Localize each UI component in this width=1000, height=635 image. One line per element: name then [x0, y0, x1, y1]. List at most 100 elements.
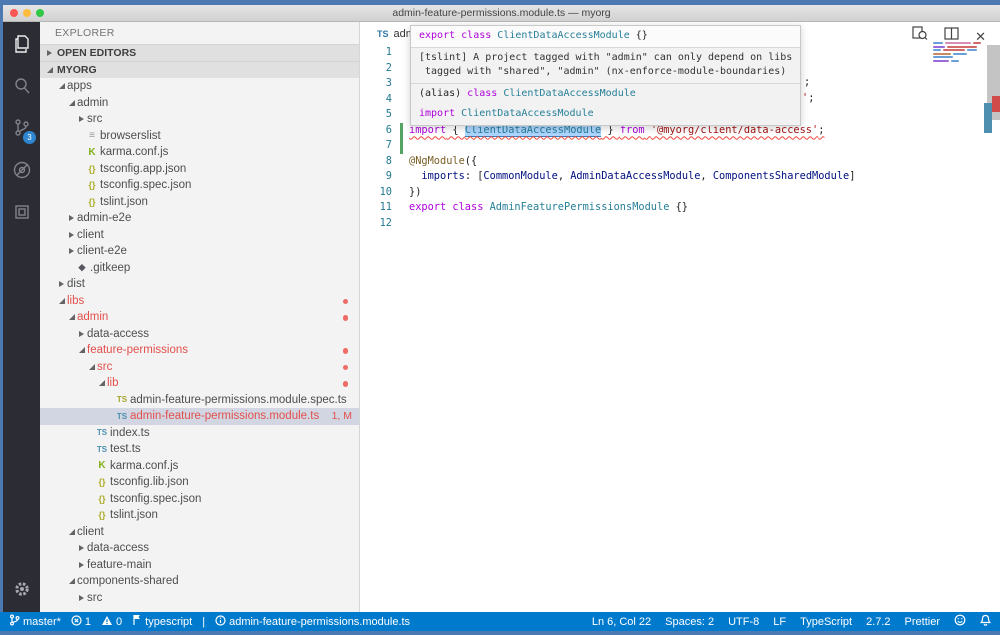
- chevron-collapsed-icon: [76, 116, 87, 122]
- karma-file-icon: [84, 147, 100, 158]
- tree-item-admin-e2e[interactable]: admin-e2e: [40, 210, 359, 227]
- window-title: admin-feature-permissions.module.ts — my…: [3, 7, 1000, 19]
- hover-tooltip: export class ClientDataAccessModule {}[t…: [410, 25, 801, 126]
- tree-item-tsconfig.spec.json[interactable]: tsconfig.spec.json: [40, 177, 359, 194]
- open-changes-icon[interactable]: [912, 26, 928, 46]
- ts-blue-file-icon: [94, 445, 110, 454]
- scm-badge: 3: [23, 131, 36, 144]
- tree-item-admin[interactable]: admin: [40, 95, 359, 112]
- tree-item-dist[interactable]: dist: [40, 276, 359, 293]
- tree-item-client-e2e[interactable]: client-e2e: [40, 243, 359, 260]
- tree-item-client[interactable]: client: [40, 524, 359, 541]
- tree-item-label: browserslist: [100, 130, 161, 142]
- tree-item-tsconfig.lib.json[interactable]: tsconfig.lib.json: [40, 474, 359, 491]
- status-label: Prettier: [905, 616, 940, 628]
- close-editor-icon[interactable]: ✕: [975, 30, 986, 43]
- tree-item-label: admin: [77, 311, 108, 323]
- tree-item-index.ts[interactable]: index.ts: [40, 425, 359, 442]
- tree-item-src[interactable]: src: [40, 111, 359, 128]
- hover-alias-line: import ClientDataAccessModule: [411, 104, 800, 125]
- code-line-7[interactable]: 7: [360, 138, 1000, 154]
- status-item-utf-8[interactable]: UTF-8: [728, 616, 759, 628]
- tree-item-karma.conf.js[interactable]: karma.conf.js: [40, 144, 359, 161]
- tslint-flag-icon: [132, 614, 142, 629]
- tree-item-libs[interactable]: libs: [40, 293, 359, 310]
- tree-item-admin-feature-permissions.module.spec.ts[interactable]: admin-feature-permissions.module.spec.ts: [40, 392, 359, 409]
- tree-item-label: admin-feature-permissions.module.ts: [130, 410, 319, 422]
- chevron-expanded-icon: [56, 298, 67, 304]
- tree-item-apps[interactable]: apps: [40, 78, 359, 95]
- status-item-lf[interactable]: LF: [773, 616, 786, 628]
- added-line-indicator: [400, 123, 403, 139]
- tree-item-label: .gitkeep: [90, 262, 130, 274]
- line-number: 5: [360, 107, 392, 123]
- problem-dot-icon: [343, 381, 349, 387]
- tree-item-label: libs: [67, 295, 84, 307]
- status-item-prettier[interactable]: Prettier: [905, 616, 940, 628]
- tree-item-label: data-access: [87, 328, 149, 340]
- section-root-folder[interactable]: MYORG: [40, 61, 359, 78]
- chevron-collapsed-icon: [76, 331, 87, 337]
- status-item-1[interactable]: 1: [71, 615, 91, 629]
- tree-item-test.ts[interactable]: test.ts: [40, 441, 359, 458]
- status-item-0[interactable]: 0: [101, 615, 122, 629]
- tree-item-browserslist[interactable]: browserslist: [40, 128, 359, 145]
- json-file-icon: [84, 180, 100, 190]
- tree-item-label: admin-e2e: [77, 212, 131, 224]
- debug-icon[interactable]: [3, 150, 40, 190]
- tree-item-src[interactable]: src: [40, 590, 359, 607]
- status-item-spaces-2[interactable]: Spaces: 2: [665, 616, 714, 628]
- tree-item-label: components-shared: [77, 575, 179, 587]
- split-editor-icon[interactable]: [944, 27, 959, 45]
- code-line-12[interactable]: 12: [360, 216, 1000, 232]
- json-file-icon: [94, 494, 110, 504]
- typescript-file-icon: TS: [377, 29, 389, 39]
- tree-item-karma.conf.js[interactable]: karma.conf.js: [40, 458, 359, 475]
- problem-dot-icon: [343, 299, 349, 305]
- tree-item-client[interactable]: client: [40, 227, 359, 244]
- tree-item-tslint.json[interactable]: tslint.json: [40, 194, 359, 211]
- tree-item-lib[interactable]: lib: [40, 375, 359, 392]
- tree-item-admin-feature-permissions.module.ts[interactable]: admin-feature-permissions.module.ts1, M: [40, 408, 359, 425]
- tree-item-src[interactable]: src: [40, 359, 359, 376]
- status-item-typescript[interactable]: typescript: [132, 614, 192, 629]
- ts-blue-file-icon: [114, 412, 130, 421]
- code-line-11[interactable]: 11export class AdminFeaturePermissionsMo…: [360, 200, 1000, 216]
- status-item--[interactable]: |: [202, 616, 205, 628]
- search-icon[interactable]: [3, 66, 40, 106]
- status-item[interactable]: [954, 614, 966, 629]
- status-item-ln-6-col-22[interactable]: Ln 6, Col 22: [592, 616, 651, 628]
- tree-item-tslint.json[interactable]: tslint.json: [40, 507, 359, 524]
- tree-item-admin[interactable]: admin: [40, 309, 359, 326]
- tree-item-.gitkeep[interactable]: .gitkeep: [40, 260, 359, 277]
- status-item-2-7-2[interactable]: 2.7.2: [866, 616, 890, 628]
- tree-item-tsconfig.spec.json[interactable]: tsconfig.spec.json: [40, 491, 359, 508]
- problem-dot-icon: [343, 365, 349, 371]
- status-label: master*: [23, 616, 61, 628]
- tree-item-data-access[interactable]: data-access: [40, 540, 359, 557]
- code-line-8[interactable]: 8@NgModule({: [360, 154, 1000, 170]
- source-control-icon[interactable]: 3: [3, 108, 40, 148]
- code-fragment: ;: [804, 76, 810, 88]
- chevron-right-icon: [44, 50, 55, 56]
- tree-item-feature-permissions[interactable]: feature-permissions: [40, 342, 359, 359]
- status-item-typescript[interactable]: TypeScript: [800, 616, 852, 628]
- status-item-master-[interactable]: master*: [9, 614, 61, 629]
- status-item[interactable]: [980, 614, 991, 629]
- extensions-icon[interactable]: [3, 192, 40, 232]
- code-line-10[interactable]: 10}): [360, 185, 1000, 201]
- section-open-editors[interactable]: OPEN EDITORS: [40, 44, 359, 61]
- tree-item-data-access[interactable]: data-access: [40, 326, 359, 343]
- settings-gear-icon[interactable]: [3, 574, 40, 604]
- explorer-icon[interactable]: [3, 24, 40, 64]
- tree-item-tsconfig.app.json[interactable]: tsconfig.app.json: [40, 161, 359, 178]
- json-file-icon: [84, 197, 100, 207]
- ts-olive-file-icon: [114, 395, 130, 404]
- status-item-admin-feature-permissions-module-ts[interactable]: admin-feature-permissions.module.ts: [215, 615, 410, 629]
- tree-item-feature-main[interactable]: feature-main: [40, 557, 359, 574]
- code-line-9[interactable]: 9 imports: [CommonModule, AdminDataAcces…: [360, 169, 1000, 185]
- change-marker: [984, 103, 992, 133]
- tree-item-components-shared[interactable]: components-shared: [40, 573, 359, 590]
- editor-actions: ✕: [912, 26, 986, 46]
- hover-signature: export class ClientDataAccessModule {}: [411, 26, 800, 47]
